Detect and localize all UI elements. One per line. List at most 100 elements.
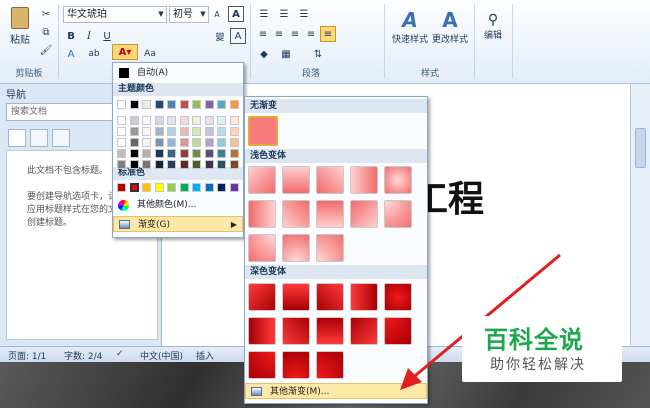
dark-gradient-tile[interactable] xyxy=(248,283,276,311)
auto-color-item[interactable]: 自动(A) xyxy=(113,65,243,81)
theme-color-swatch[interactable] xyxy=(129,116,139,125)
theme-color-swatch[interactable] xyxy=(142,149,151,158)
theme-color-swatch[interactable] xyxy=(204,116,214,125)
enclose-char-button[interactable]: 變 xyxy=(212,28,228,44)
tab-results[interactable] xyxy=(52,129,70,147)
theme-color-swatch[interactable] xyxy=(167,100,176,109)
theme-color-swatch[interactable] xyxy=(167,116,176,125)
theme-color-swatch[interactable] xyxy=(167,127,176,136)
gradient-item[interactable]: 渐变(G) ▶ xyxy=(113,216,243,232)
light-gradient-tile[interactable] xyxy=(282,234,310,262)
change-styles-button[interactable]: A 更改样式 xyxy=(430,4,470,48)
underline-button[interactable]: U xyxy=(100,28,114,44)
light-gradient-tile[interactable] xyxy=(316,234,344,262)
light-gradient-tile[interactable] xyxy=(248,166,276,194)
theme-color-swatch[interactable] xyxy=(192,149,201,158)
theme-color-swatch[interactable] xyxy=(192,116,201,125)
theme-color-swatch[interactable] xyxy=(154,127,164,136)
light-gradient-tile[interactable] xyxy=(350,166,378,194)
distributed-button[interactable]: ≡ xyxy=(320,26,336,42)
status-words[interactable]: 字数: 2/4 xyxy=(64,349,102,362)
format-painter-icon[interactable]: 🖌 xyxy=(38,42,54,58)
theme-color-swatch[interactable] xyxy=(229,138,239,147)
theme-color-swatch[interactable] xyxy=(217,160,226,169)
theme-color-swatch[interactable] xyxy=(204,100,214,109)
standard-color-swatch[interactable] xyxy=(179,183,189,192)
highlight-button[interactable]: ab xyxy=(86,46,102,62)
theme-color-swatch[interactable] xyxy=(192,160,201,169)
dark-gradient-tile[interactable] xyxy=(316,317,344,345)
theme-color-swatch[interactable] xyxy=(129,149,139,158)
shading-button[interactable]: ◆ xyxy=(256,46,272,62)
theme-color-swatch[interactable] xyxy=(167,138,176,147)
dark-gradient-tile[interactable] xyxy=(282,283,310,311)
theme-color-swatch[interactable] xyxy=(117,160,126,169)
light-gradient-tile[interactable] xyxy=(316,166,344,194)
font-color-button[interactable]: A▾ xyxy=(112,44,138,60)
theme-color-swatch[interactable] xyxy=(192,138,201,147)
theme-color-swatch[interactable] xyxy=(179,116,189,125)
copy-icon[interactable]: ⧉ xyxy=(38,24,54,40)
tab-headings[interactable] xyxy=(8,129,26,147)
theme-color-swatch[interactable] xyxy=(192,127,201,136)
theme-color-swatch[interactable] xyxy=(154,138,164,147)
light-gradient-tile[interactable] xyxy=(282,200,310,228)
dark-gradient-tile[interactable] xyxy=(282,317,310,345)
proofing-icon[interactable]: ✓ xyxy=(116,349,124,359)
align-right-button[interactable]: ≡ xyxy=(288,26,302,42)
standard-color-swatch[interactable] xyxy=(154,183,164,192)
tab-pages[interactable] xyxy=(30,129,48,147)
standard-color-swatch[interactable] xyxy=(192,183,201,192)
theme-color-swatch[interactable] xyxy=(217,127,226,136)
theme-color-swatch[interactable] xyxy=(167,160,176,169)
grow-font-button[interactable]: A xyxy=(211,6,223,22)
theme-color-swatch[interactable] xyxy=(229,127,239,136)
theme-color-swatch[interactable] xyxy=(217,138,226,147)
standard-color-swatch[interactable] xyxy=(117,183,126,192)
status-page[interactable]: 页面: 1/1 xyxy=(8,349,46,362)
char-size-button[interactable]: Aa xyxy=(142,46,158,62)
theme-color-swatch[interactable] xyxy=(129,100,139,109)
theme-color-swatch[interactable] xyxy=(154,149,164,158)
standard-color-swatch[interactable] xyxy=(142,183,151,192)
theme-color-swatch[interactable] xyxy=(204,149,214,158)
bullets-button[interactable]: ☰ xyxy=(256,6,272,22)
theme-color-swatch[interactable] xyxy=(117,138,126,147)
standard-color-swatch[interactable] xyxy=(129,183,139,192)
theme-color-swatch[interactable] xyxy=(192,100,201,109)
theme-color-swatch[interactable] xyxy=(229,100,239,109)
align-center-button[interactable]: ≡ xyxy=(272,26,286,42)
dark-gradient-tile[interactable] xyxy=(316,283,344,311)
theme-color-swatch[interactable] xyxy=(117,127,126,136)
status-insert[interactable]: 插入 xyxy=(196,349,214,362)
dark-gradient-tile[interactable] xyxy=(316,351,344,379)
light-gradient-tile[interactable] xyxy=(384,200,412,228)
cut-icon[interactable]: ✂ xyxy=(38,6,54,22)
no-gradient-tile[interactable] xyxy=(248,116,278,146)
light-gradient-tile[interactable] xyxy=(350,200,378,228)
theme-color-swatch[interactable] xyxy=(179,127,189,136)
text-effects-button[interactable]: A xyxy=(64,46,78,62)
theme-color-swatch[interactable] xyxy=(142,100,151,109)
theme-color-swatch[interactable] xyxy=(129,160,139,169)
theme-color-swatch[interactable] xyxy=(179,100,189,109)
standard-color-swatch[interactable] xyxy=(167,183,176,192)
dark-gradient-tile[interactable] xyxy=(282,351,310,379)
theme-color-swatch[interactable] xyxy=(179,138,189,147)
theme-color-swatch[interactable] xyxy=(167,149,176,158)
theme-color-swatch[interactable] xyxy=(154,116,164,125)
standard-color-swatch[interactable] xyxy=(229,183,239,192)
quick-styles-button[interactable]: A 快速样式 xyxy=(390,4,430,48)
font-name-combo[interactable]: 华文琥珀 ▼ xyxy=(63,6,167,23)
font-size-combo[interactable]: 初号 ▼ xyxy=(169,6,209,23)
light-gradient-tile[interactable] xyxy=(248,200,276,228)
light-gradient-tile[interactable] xyxy=(384,166,412,194)
theme-color-swatch[interactable] xyxy=(204,160,214,169)
theme-color-swatch[interactable] xyxy=(229,160,239,169)
vertical-scrollbar[interactable] xyxy=(630,84,650,346)
standard-color-swatch[interactable] xyxy=(204,183,214,192)
light-gradient-tile[interactable] xyxy=(282,166,310,194)
theme-color-swatch[interactable] xyxy=(204,127,214,136)
editing-button[interactable]: ⚲ 编辑 xyxy=(478,4,508,48)
theme-color-swatch[interactable] xyxy=(229,149,239,158)
